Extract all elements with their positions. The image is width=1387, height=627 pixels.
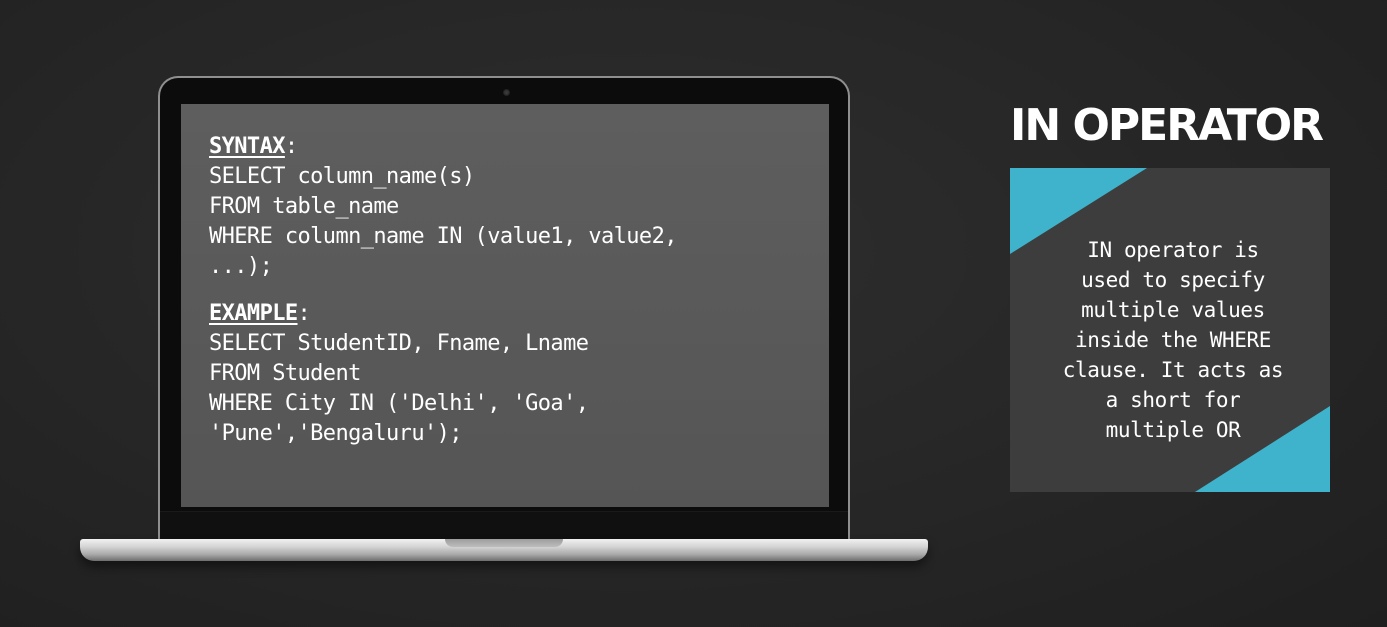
syntax-heading: SYNTAX:	[209, 132, 801, 162]
syntax-line: SELECT column_name(s)	[209, 164, 475, 189]
laptop-screen: SYNTAX: SELECT column_name(s) FROM table…	[181, 104, 829, 507]
syntax-line: ...);	[209, 254, 273, 279]
syntax-line: FROM table_name	[209, 194, 399, 219]
card-description: IN operator is used to specify multiple …	[1030, 235, 1316, 445]
description-line: inside the WHERE	[1075, 328, 1271, 352]
page-title: IN OPERATOR	[1010, 100, 1324, 151]
example-line: 'Pune','Bengaluru');	[209, 421, 463, 446]
description-line: multiple OR	[1105, 418, 1241, 442]
description-line: a short for	[1105, 388, 1241, 412]
syntax-heading-label: SYNTAX	[209, 134, 285, 159]
laptop-base	[80, 539, 928, 561]
example-line: SELECT StudentID, Fname, Lname	[209, 331, 589, 356]
example-heading-label: EXAMPLE	[209, 301, 298, 326]
example-line: WHERE City IN ('Delhi', 'Goa',	[209, 391, 589, 416]
info-card: IN operator is used to specify multiple …	[1010, 168, 1330, 492]
syntax-heading-colon: :	[284, 134, 298, 159]
laptop-opening-notch	[445, 539, 563, 547]
description-line: IN operator is	[1087, 238, 1259, 262]
example-line: FROM Student	[209, 361, 361, 386]
syntax-line: WHERE column_name IN (value1, value2,	[209, 224, 677, 249]
webcam-icon	[503, 89, 510, 96]
example-heading-colon: :	[297, 301, 311, 326]
description-line: clause. It acts as	[1062, 358, 1284, 382]
description-line: multiple values	[1081, 298, 1265, 322]
screen-bezel-bottom	[160, 511, 848, 542]
laptop-lid: SYNTAX: SELECT column_name(s) FROM table…	[158, 76, 850, 542]
example-heading: EXAMPLE:	[209, 299, 801, 329]
description-line: used to specify	[1081, 268, 1265, 292]
